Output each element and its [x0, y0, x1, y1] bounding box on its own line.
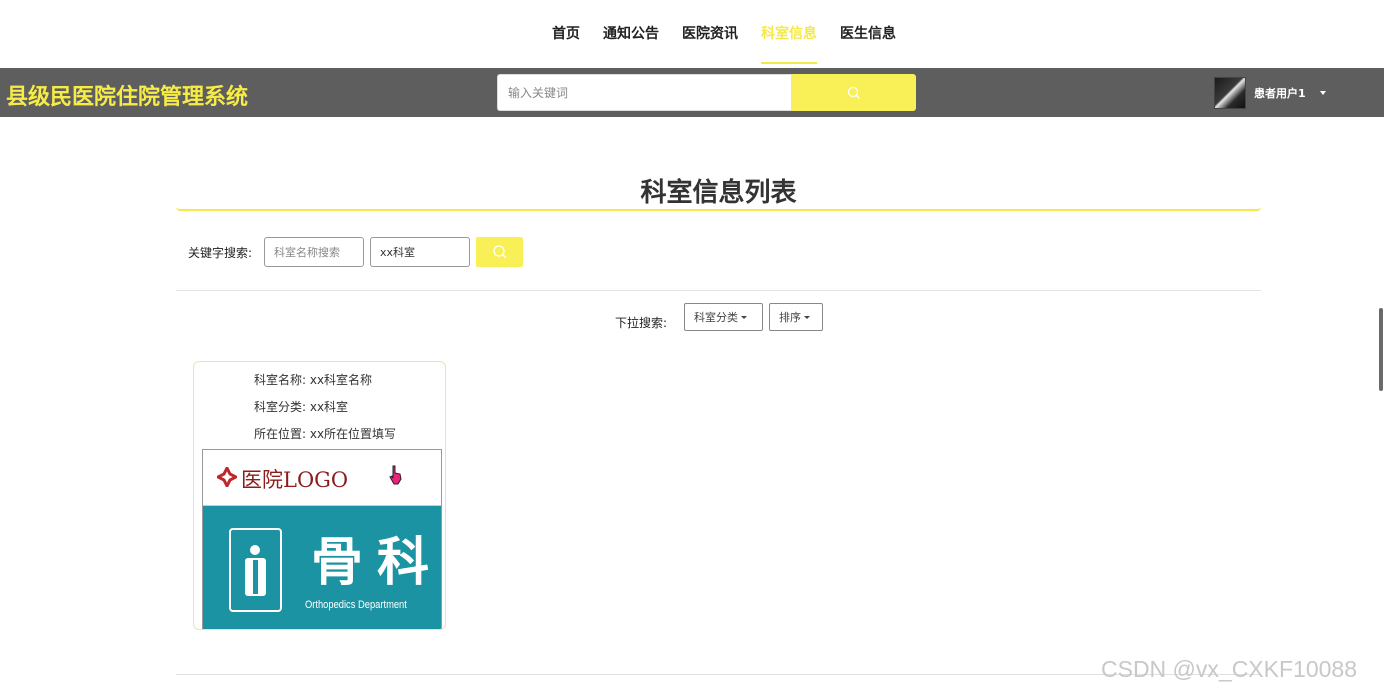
caret-down-icon: [741, 315, 747, 319]
nav-item-home[interactable]: 首页: [552, 0, 580, 68]
top-nav: 首页 通知公告 医院资讯 科室信息 医生信息: [0, 0, 1384, 68]
department-name: 科室名称: xx科室名称: [254, 373, 373, 387]
department-name-search-input[interactable]: [264, 237, 364, 267]
nav-item-doctors[interactable]: 医生信息: [840, 0, 896, 68]
site-brand[interactable]: 县级民医院住院管理系统: [6, 79, 248, 111]
header-bar: 县级民医院住院管理系统 患者用户1: [0, 68, 1384, 117]
department-sign-english: Orthopedics Department: [305, 599, 407, 611]
keyword-search-button[interactable]: [476, 237, 523, 267]
watermark: CSDN @vx_CXKF10088: [1101, 656, 1357, 682]
scrollbar-thumb[interactable]: [1379, 308, 1383, 391]
header-search-input[interactable]: [497, 74, 791, 111]
department-image[interactable]: 医院LOGO 骨科 Orthopedics Department: [202, 449, 442, 629]
nav-item-news[interactable]: 医院资讯: [682, 0, 738, 68]
hospital-logo-bar: 医院LOGO: [203, 450, 441, 506]
nav-item-departments[interactable]: 科室信息: [761, 0, 817, 68]
search-icon: [847, 86, 860, 99]
divider: [176, 290, 1261, 291]
category-dropdown[interactable]: 科室分类: [684, 303, 763, 331]
top-nav-items: 首页 通知公告 医院资讯 科室信息 医生信息: [552, 0, 919, 68]
department-category: 科室分类: xx科室: [254, 400, 349, 414]
keyword-search-label: 关键字搜索:: [188, 246, 253, 260]
caret-down-icon: [804, 315, 810, 319]
sort-dropdown[interactable]: 排序: [769, 303, 823, 331]
department-category-search-input[interactable]: [370, 237, 470, 267]
user-name: 患者用户1: [1254, 86, 1306, 100]
hand-cursor-icon: [389, 465, 402, 485]
user-menu[interactable]: 患者用户1: [1214, 72, 1326, 113]
page-title: 科室信息列表: [640, 178, 797, 208]
header-search: [497, 74, 916, 111]
header-search-button[interactable]: [791, 74, 916, 111]
title-underline: [176, 207, 1261, 211]
divider: [176, 674, 1261, 675]
nav-item-notices[interactable]: 通知公告: [603, 0, 659, 68]
sort-dropdown-label: 排序: [779, 311, 801, 324]
dropdown-search-label: 下拉搜索:: [615, 316, 668, 330]
chevron-down-icon: [1319, 90, 1326, 95]
search-icon: [492, 245, 506, 259]
department-location: 所在位置: xx所在位置填写: [254, 427, 397, 441]
department-card[interactable]: 科室名称: xx科室名称 科室分类: xx科室 所在位置: xx所在位置填写 医…: [193, 361, 446, 630]
hospital-cross-icon: [217, 467, 237, 487]
department-sign: 骨科 Orthopedics Department: [203, 506, 442, 629]
hospital-logo-text: 医院LOGO: [241, 468, 349, 492]
category-dropdown-label: 科室分类: [694, 311, 738, 324]
avatar: [1214, 76, 1246, 109]
department-sign-name: 骨科: [311, 532, 442, 593]
person-icon: [229, 528, 282, 612]
